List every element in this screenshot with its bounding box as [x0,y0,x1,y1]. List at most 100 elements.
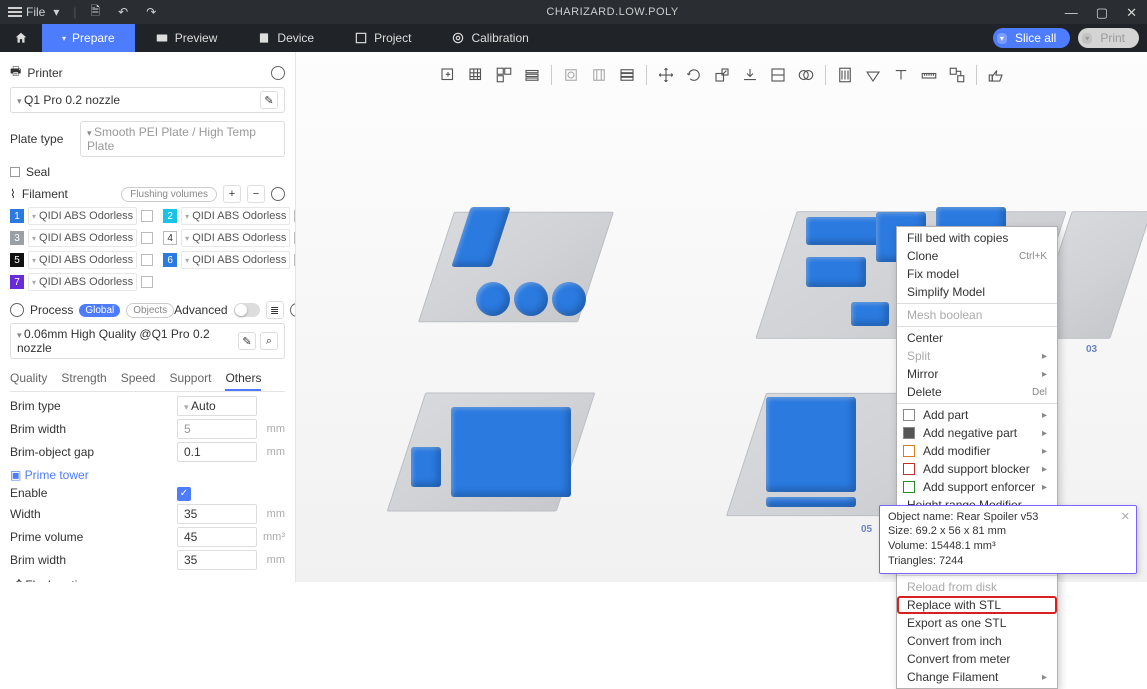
printer-preset-combo[interactable]: ▾ Q1 Pro 0.2 nozzle✎ [10,87,285,113]
model-part[interactable] [552,282,586,316]
scale-icon[interactable] [709,62,735,88]
global-badge[interactable]: Global [79,304,120,317]
ctx-fix-model[interactable]: Fix model [897,265,1057,283]
maximize-button[interactable]: ▢ [1096,6,1108,19]
brim-gap-value[interactable]: 0.1 [177,442,257,462]
ctx-export-one-stl[interactable]: Export as one STL [897,614,1057,632]
filament-color-swatch[interactable]: 4 [163,231,177,245]
model-part[interactable] [806,257,866,287]
filament-color-swatch[interactable]: 7 [10,275,24,289]
filament-preset-combo[interactable]: ▾QIDI ABS Odorless [28,229,137,247]
filament-preset-combo[interactable]: ▾QIDI ABS Odorless [181,251,290,269]
filament-color-swatch[interactable]: 1 [10,209,24,223]
assembly-icon[interactable] [944,62,970,88]
filament-preset-combo[interactable]: ▾QIDI ABS Odorless [28,273,137,291]
thumbs-up-icon[interactable] [983,62,1009,88]
filament-color-swatch[interactable]: 3 [10,231,24,245]
prime-volume-value[interactable]: 45 [177,527,257,547]
ctx-simplify-model[interactable]: Simplify Model [897,283,1057,301]
tab-support[interactable]: Support [169,367,211,391]
remove-filament-button[interactable]: − [247,185,265,203]
move-icon[interactable] [653,62,679,88]
slice-all-button[interactable]: ▾Slice all [993,28,1070,48]
ctx-add-modifier[interactable]: Add modifier▸ [897,442,1057,460]
filament-color-swatch[interactable]: 2 [163,209,177,223]
model-part[interactable] [766,397,856,492]
advanced-toggle[interactable] [234,303,260,317]
objects-badge[interactable]: Objects [126,303,174,318]
mesh-boolean-icon[interactable] [793,62,819,88]
ctx-center[interactable]: Center [897,329,1057,347]
ctx-add-negative[interactable]: Add negative part▸ [897,424,1057,442]
preview-tab[interactable]: Preview [135,24,238,52]
edit-icon[interactable] [141,232,153,244]
close-button[interactable]: ✕ [1126,6,1137,19]
viewport[interactable]: 02 03 05 Fill bed with copies CloneCtrl+… [296,52,1147,582]
rotate-icon[interactable] [681,62,707,88]
flushing-volumes-button[interactable]: Flushing volumes [121,187,217,202]
prepare-tab[interactable]: ▾ Prepare [42,24,135,52]
undo-icon[interactable]: ↶ [114,5,132,19]
redo-icon[interactable]: ↷ [142,5,160,19]
home-tab[interactable] [0,24,42,52]
filament-preset-combo[interactable]: ▾QIDI ABS Odorless [28,207,137,225]
filament-preset-combo[interactable]: ▾QIDI ABS Odorless [181,229,290,247]
text-icon[interactable] [888,62,914,88]
width-value[interactable]: 35 [177,504,257,524]
arrange-icon[interactable] [491,62,517,88]
minimize-button[interactable]: — [1065,6,1078,19]
add-cube-icon[interactable] [435,62,461,88]
plate-type-combo[interactable]: ▾ Smooth PEI Plate / High Temp Plate [80,121,285,157]
file-menu[interactable]: File ▾ [8,5,63,19]
enable-checkbox[interactable]: ✓ [177,487,191,501]
tab-quality[interactable]: Quality [10,367,47,391]
ctx-fill-bed[interactable]: Fill bed with copies [897,229,1057,247]
model-part[interactable] [766,497,856,507]
seam-paint-icon[interactable] [860,62,886,88]
ctx-add-part[interactable]: Add part▸ [897,406,1057,424]
cut-icon[interactable] [765,62,791,88]
ctx-convert-inch[interactable]: Convert from inch [897,632,1057,650]
brim-type-value[interactable]: ▾ Auto [177,396,257,416]
seal-checkbox[interactable] [10,167,20,177]
tab-strength[interactable]: Strength [61,367,106,391]
filament-preset-combo[interactable]: ▾QIDI ABS Odorless [181,207,290,225]
search-icon[interactable]: ⌕ [260,332,278,350]
device-tab[interactable]: Device [237,24,334,52]
ctx-change-filament[interactable]: Change Filament▸ [897,668,1057,686]
ctx-clone[interactable]: CloneCtrl+K [897,247,1057,265]
model-part[interactable] [514,282,548,316]
model-part[interactable] [851,302,889,326]
ctx-mirror[interactable]: Mirror▸ [897,365,1057,383]
model-part[interactable] [476,282,510,316]
close-icon[interactable]: ✕ [1121,510,1130,525]
ctx-convert-meter[interactable]: Convert from meter [897,650,1057,668]
filament-color-swatch[interactable]: 5 [10,253,24,267]
support-paint-icon[interactable] [832,62,858,88]
ctx-replace-stl[interactable]: Replace with STL [897,596,1057,614]
brim-width-value[interactable]: 5 [177,419,257,439]
edit-icon[interactable]: ✎ [238,332,256,350]
brim-width2-value[interactable]: 35 [177,550,257,570]
model-part[interactable] [411,447,441,487]
layers-icon[interactable] [614,62,640,88]
place-on-face-icon[interactable] [737,62,763,88]
tab-others[interactable]: Others [225,367,261,391]
calibration-tab[interactable]: Calibration [431,24,548,52]
filament-preset-combo[interactable]: ▾QIDI ABS Odorless [28,251,137,269]
filament-color-swatch[interactable]: 6 [163,253,177,267]
edit-icon[interactable] [141,254,153,266]
save-icon[interactable]: 🗎 [87,2,105,23]
split-parts-icon[interactable] [586,62,612,88]
tab-speed[interactable]: Speed [121,367,156,391]
model-part[interactable] [451,407,571,497]
print-button[interactable]: ▾Print [1078,28,1139,48]
measure-icon[interactable] [916,62,942,88]
process-preset-combo[interactable]: ▾ 0.06mm High Quality @Q1 Pro 0.2 nozzle… [10,323,285,359]
ctx-add-support-enforcer[interactable]: Add support enforcer▸ [897,478,1057,496]
edit-icon[interactable] [141,276,153,288]
filament-settings-icon[interactable] [271,187,285,201]
project-tab[interactable]: Project [334,24,431,52]
add-filament-button[interactable]: + [223,185,241,203]
orient-icon[interactable] [519,62,545,88]
